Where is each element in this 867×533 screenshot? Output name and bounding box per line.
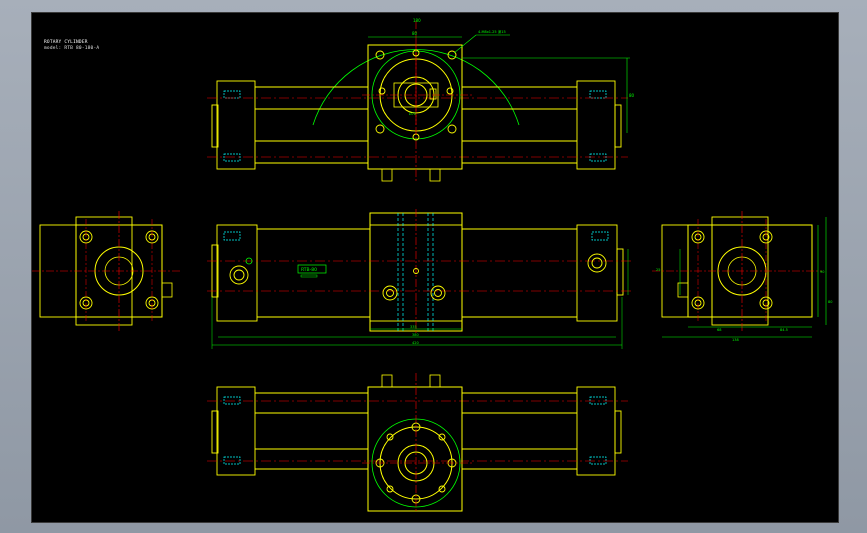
nameplate-text: RTB-80 — [301, 267, 317, 273]
dim-front-c: 420 — [412, 341, 419, 345]
dim-right-a: 68 — [717, 328, 721, 332]
bottom-view — [207, 373, 628, 513]
left-side-view — [32, 211, 182, 331]
dim-right-d: 90 — [820, 270, 824, 274]
dim-top-height: 80 — [629, 93, 635, 98]
dim-right-b: 84.5 — [780, 328, 788, 332]
cad-drawing: 180 80 80 Ø72 4-M8x1.25 深15 RTB-80 335 3… — [32, 18, 832, 513]
center-housing-bottom — [367, 386, 463, 512]
dim-top-radius: 180 — [413, 18, 421, 23]
front-view: RTB-80 335 380 420 — [207, 209, 632, 349]
top-view: 180 80 80 Ø72 4-M8x1.25 深15 — [207, 18, 635, 183]
dim-front-a: 335 — [410, 325, 417, 329]
right-side-view: 68 84.5 138 90 80 25 — [652, 211, 832, 342]
cad-drawing-canvas[interactable]: ROTARY CYLINDER model: RTB 80-180-A 180 — [31, 12, 839, 523]
dim-right-e: 80 — [828, 300, 832, 304]
dim-top-flange: 80 — [412, 31, 418, 36]
dim-front-b: 380 — [412, 333, 419, 337]
dim-right-c: 138 — [732, 338, 739, 342]
dim-right-f: 25 — [656, 268, 660, 272]
left-end-cap — [216, 80, 256, 170]
callout-thread-note: 4-M8x1.25 深15 — [478, 29, 506, 34]
viewer-frame: ROTARY CYLINDER model: RTB 80-180-A 180 — [0, 0, 867, 533]
right-end-cap — [576, 80, 616, 170]
dim-top-hub: Ø72 — [409, 111, 416, 116]
